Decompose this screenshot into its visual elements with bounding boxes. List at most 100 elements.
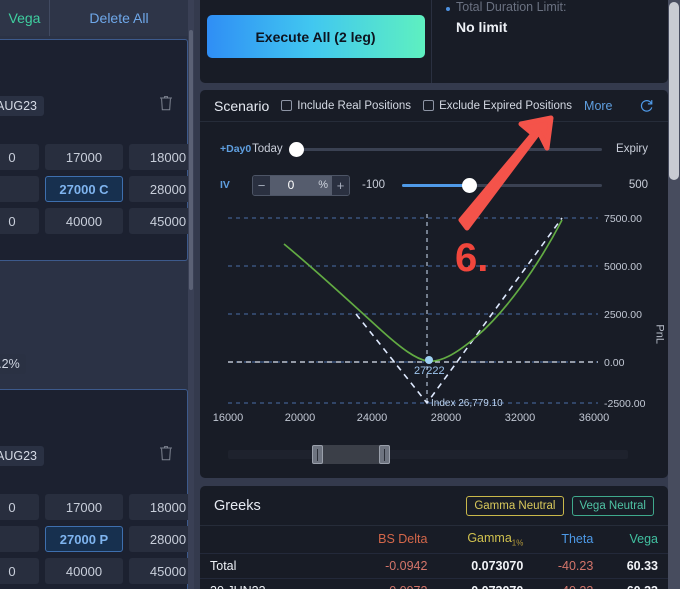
bullet-icon [446, 7, 450, 11]
greeks-col-bs-delta[interactable]: BS Delta [350, 526, 438, 554]
greeks-cell-delta: -0.0972 [350, 578, 438, 589]
strike-cell[interactable] [0, 526, 39, 552]
scenario-title: Scenario [214, 97, 270, 114]
strike-cell-selected[interactable]: 27000 C [45, 176, 123, 202]
strike-cell[interactable]: 40000 [45, 558, 123, 584]
strike-grid: 0 17000 18000 27000 P 28000 0 40000 4500… [0, 494, 188, 584]
legs-toolbar: Vega Delete All [0, 0, 188, 36]
leg-expiry-chip[interactable]: AUG23 [0, 96, 44, 116]
greeks-col-name [200, 526, 350, 554]
y-tick-label: 7500.00 [604, 213, 642, 225]
refresh-icon[interactable] [639, 98, 654, 113]
greeks-cell-gamma: 0.073070 [437, 553, 534, 579]
day-slider-knob[interactable] [288, 141, 304, 157]
strike-grid: 0 17000 18000 27000 C 28000 0 40000 4500… [0, 144, 188, 234]
strike-cell[interactable]: 18000 [129, 494, 188, 520]
marker-value-label: 27222 [414, 365, 445, 377]
leg-card[interactable]: AUG23 0 17000 18000 27000 P 28000 0 4000… [0, 389, 188, 589]
strike-cell[interactable]: 0 [0, 558, 39, 584]
iv-slider-row: IV − 0 % + -100 500 [200, 172, 668, 198]
delete-all-button[interactable]: Delete All [50, 0, 188, 36]
day-slider-track[interactable] [288, 141, 602, 157]
table-row[interactable]: Total -0.0942 0.073070 -40.23 60.33 [200, 553, 668, 579]
vega-column-header: Vega [0, 0, 50, 36]
leg-expiry-chip[interactable]: AUG23 [0, 446, 44, 466]
trash-icon[interactable] [159, 95, 173, 111]
greeks-row-name: 30 JUN23 [200, 578, 350, 589]
strike-cell-selected[interactable]: 27000 P [45, 526, 123, 552]
greeks-panel: Greeks Gamma Neutral Vega Neutral BS Del… [200, 486, 668, 589]
strike-cell[interactable]: 28000 [129, 526, 188, 552]
iv-value-input[interactable]: 0 [270, 175, 312, 195]
strike-cell[interactable]: 18000 [129, 144, 188, 170]
x-tick-label: 24000 [357, 412, 388, 423]
chart-range-scrollbar[interactable] [228, 445, 628, 464]
strike-cell[interactable]: 0 [0, 144, 39, 170]
chart-range-handle-left[interactable] [312, 445, 323, 464]
app-root: Vega Delete All AUG23 0 17000 18000 2700… [0, 0, 680, 589]
iv-slider-tag: IV [220, 179, 230, 191]
greeks-cell-delta: -0.0942 [350, 553, 438, 579]
day-slider-start-label: Today [252, 143, 283, 155]
execute-panel: Execute All (2 leg) Total Duration Limit… [200, 0, 668, 83]
checkbox-icon[interactable] [423, 100, 435, 111]
iv-slider-knob[interactable] [462, 177, 477, 193]
duration-limit-label: Total Duration Limit: [456, 0, 567, 14]
strike-cell[interactable]: 45000 [129, 558, 188, 584]
duration-limit-value: No limit [456, 19, 508, 35]
legs-sidebar: Vega Delete All AUG23 0 17000 18000 2700… [0, 0, 188, 589]
greeks-col-theta[interactable]: Theta [533, 526, 604, 554]
iv-slider-max-label: 500 [628, 179, 648, 191]
greeks-cell-gamma: 0.073070 [437, 578, 534, 589]
scenario-header: Scenario Include Real Positions Exclude … [200, 90, 668, 122]
page-scrollbar-thumb[interactable] [669, 2, 679, 180]
trash-icon[interactable] [159, 445, 173, 461]
y-tick-label: -2500.00 [604, 398, 646, 410]
exclude-expired-positions-checkbox[interactable]: Exclude Expired Positions [423, 100, 572, 112]
strike-cell[interactable]: 17000 [45, 144, 123, 170]
page-scrollbar[interactable] [668, 0, 680, 589]
price-chip[interactable]: 0+0.2% [0, 354, 26, 374]
leg-card[interactable]: AUG23 0 17000 18000 27000 C 28000 0 4000… [0, 39, 188, 374]
strike-cell[interactable]: 0 [0, 208, 39, 234]
chart-range-track[interactable] [228, 450, 628, 459]
strike-cell[interactable]: 45000 [129, 208, 188, 234]
table-row[interactable]: 30 JUN23 -0.0972 0.073070 -40.23 60.33 [200, 578, 668, 589]
iv-increment-button[interactable]: + [332, 175, 349, 195]
strike-cell[interactable]: 0 [0, 494, 39, 520]
y-axis-title: PnL [654, 324, 666, 344]
greeks-table-header-row: BS Delta Gamma1% Theta Vega [200, 526, 668, 554]
sidebar-scrollbar-thumb[interactable] [189, 30, 193, 290]
strike-cell[interactable] [0, 176, 39, 202]
greeks-table: BS Delta Gamma1% Theta Vega Total -0.094… [200, 526, 668, 589]
include-real-positions-checkbox[interactable]: Include Real Positions [281, 100, 411, 112]
y-tick-label: 2500.00 [604, 309, 642, 321]
execute-button-area: Execute All (2 leg) [200, 0, 432, 83]
sidebar-scrollbar[interactable] [188, 0, 194, 589]
more-button[interactable]: More [584, 99, 612, 113]
greeks-col-vega[interactable]: Vega [603, 526, 668, 554]
index-value-label: Index 26,779.10 [431, 398, 503, 409]
chart-range-handle-right[interactable] [379, 445, 390, 464]
greeks-header: Greeks Gamma Neutral Vega Neutral [200, 486, 668, 526]
chart-range-thumb[interactable] [312, 445, 390, 464]
iv-stepper[interactable]: − 0 % + [252, 174, 350, 196]
vega-neutral-button[interactable]: Vega Neutral [571, 495, 654, 516]
greeks-cell-theta: -40.23 [533, 553, 604, 579]
strike-cell[interactable]: 17000 [45, 494, 123, 520]
checkbox-icon[interactable] [281, 100, 293, 111]
exclude-expired-positions-label: Exclude Expired Positions [439, 99, 573, 112]
gamma-neutral-button[interactable]: Gamma Neutral [466, 495, 564, 516]
iv-slider-track[interactable] [402, 177, 602, 193]
execute-all-button[interactable]: Execute All (2 leg) [206, 15, 425, 58]
iv-decrement-button[interactable]: − [253, 175, 270, 195]
y-tick-label: 0.00 [604, 357, 625, 369]
greeks-row-name: Total [200, 553, 350, 579]
day-slider-end-label: Expiry [616, 143, 648, 155]
strike-cell[interactable]: 40000 [45, 208, 123, 234]
greeks-col-gamma[interactable]: Gamma1% [437, 526, 534, 554]
greeks-cell-vega: 60.33 [603, 553, 668, 579]
strike-cell[interactable]: 28000 [129, 176, 188, 202]
pnl-chart[interactable]: 27222 Index 26,779.10 7500.00 5000.00 25… [200, 198, 668, 423]
x-tick-label: 20000 [285, 412, 316, 423]
